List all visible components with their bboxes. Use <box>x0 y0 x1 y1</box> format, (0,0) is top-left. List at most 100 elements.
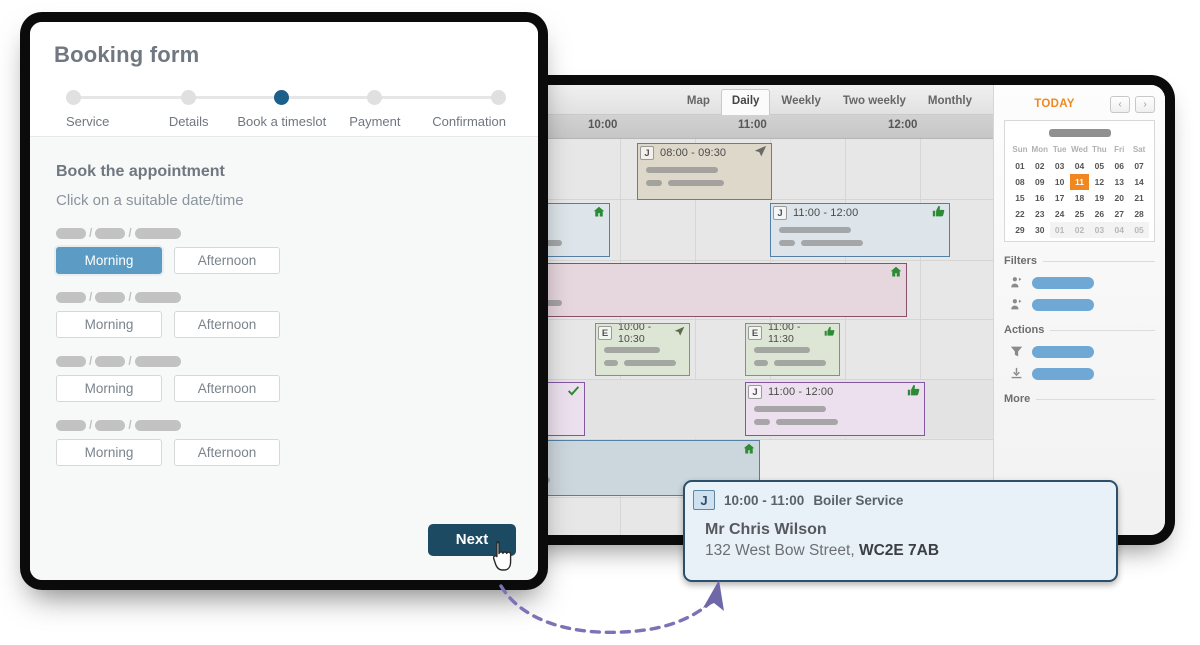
morning-slot-button[interactable]: Morning <box>56 247 162 274</box>
mini-calendar-day[interactable]: 02 <box>1069 222 1090 238</box>
mini-calendar-day[interactable]: 13 <box>1109 174 1129 190</box>
appointment-card[interactable]: E 11:00 - 11:30 <box>745 323 840 376</box>
mini-calendar-day[interactable]: 02 <box>1030 158 1050 174</box>
filter-row[interactable] <box>1004 298 1155 311</box>
mini-calendar-day[interactable]: 05 <box>1129 222 1149 238</box>
calendar-grid[interactable]: J 08:00 - 09:30 30 - 10:30 <box>485 139 993 535</box>
tab-monthly[interactable]: Monthly <box>917 89 983 115</box>
navigation-arrow-icon <box>674 326 685 339</box>
mini-calendar-day[interactable]: 19 <box>1089 190 1109 206</box>
section-heading: Book the appointment <box>56 163 225 180</box>
tooltip-customer-name: Mr Chris Wilson <box>705 521 827 538</box>
step-dot <box>491 90 506 105</box>
mini-calendar-day[interactable]: 07 <box>1129 158 1149 174</box>
mini-calendar-day[interactable]: 08 <box>1010 174 1030 190</box>
action-row[interactable] <box>1004 367 1155 380</box>
appointment-badge: J <box>748 384 762 399</box>
mini-calendar-day[interactable]: 21 <box>1129 190 1149 206</box>
appointment-card[interactable]: 30 - 11:45 <box>485 263 907 317</box>
mini-calendar[interactable]: Sun Mon Tue Wed Thu Fri Sat 01 02 03 04 05 06 07 08 09 1… <box>1004 120 1155 242</box>
afternoon-slot-button[interactable]: Afternoon <box>174 439 280 466</box>
tab-map[interactable]: Map <box>676 89 721 115</box>
mini-calendar-day[interactable]: 18 <box>1070 190 1090 206</box>
step-label: Payment <box>349 114 401 129</box>
time-tick-1000: 10:00 <box>588 119 618 131</box>
mini-calendar-day[interactable]: 12 <box>1089 174 1109 190</box>
mini-calendar-day[interactable]: 14 <box>1129 174 1149 190</box>
appointment-card[interactable]: J 11:00 - 12:00 <box>770 203 950 257</box>
step-service[interactable]: Service <box>66 90 142 129</box>
timeslot-group: / / Morning Afternoon <box>56 290 512 338</box>
afternoon-slot-button[interactable]: Afternoon <box>174 247 280 274</box>
mini-calendar-day[interactable]: 24 <box>1050 206 1070 222</box>
booking-form-panel: Booking form Service Details Book a time… <box>30 22 538 580</box>
mini-calendar-day[interactable]: 15 <box>1010 190 1030 206</box>
mini-calendar-day[interactable]: 03 <box>1050 158 1070 174</box>
mini-calendar-day[interactable]: 28 <box>1129 206 1149 222</box>
mini-calendar-day[interactable]: 04 <box>1070 158 1090 174</box>
morning-slot-button[interactable]: Morning <box>56 439 162 466</box>
afternoon-slot-button[interactable]: Afternoon <box>174 311 280 338</box>
mini-calendar-day[interactable]: 17 <box>1050 190 1070 206</box>
mini-calendar-day[interactable]: 01 <box>1010 158 1030 174</box>
mini-calendar-day[interactable]: 16 <box>1030 190 1050 206</box>
mini-calendar-day[interactable]: 04 <box>1109 222 1130 238</box>
mini-calendar-day[interactable]: 30 <box>1030 222 1050 238</box>
date-part-placeholder <box>56 419 86 431</box>
filter-row[interactable] <box>1004 276 1155 289</box>
tab-weekly[interactable]: Weekly <box>770 89 831 115</box>
tooltip-address: 132 West Bow Street, WC2E 7AB <box>705 542 1106 560</box>
date-placeholder: / / <box>56 226 512 240</box>
more-title[interactable]: More <box>1004 393 1030 405</box>
morning-slot-button[interactable]: Morning <box>56 311 162 338</box>
appointment-badge: E <box>598 325 612 340</box>
step-label: Service <box>66 114 110 129</box>
date-part-placeholder <box>134 355 181 367</box>
mini-calendar-day[interactable]: 01 <box>1049 222 1070 238</box>
step-confirmation[interactable]: Confirmation <box>421 90 506 129</box>
mini-calendar-day[interactable]: 27 <box>1109 206 1129 222</box>
date-separator: / <box>128 354 132 368</box>
morning-slot-button[interactable]: Morning <box>56 375 162 402</box>
mini-calendar-day[interactable]: 23 <box>1030 206 1050 222</box>
time-tick-1100: 11:00 <box>738 119 767 131</box>
action-row[interactable] <box>1004 345 1155 358</box>
mini-calendar-day[interactable]: 29 <box>1010 222 1030 238</box>
mini-calendar-day[interactable]: 25 <box>1070 206 1090 222</box>
date-placeholder: / / <box>56 418 512 432</box>
navigation-arrow-icon <box>754 145 767 160</box>
filters-section: Filters <box>1004 255 1155 311</box>
afternoon-slot-button[interactable]: Afternoon <box>174 375 280 402</box>
date-separator: / <box>128 226 132 240</box>
date-part-placeholder <box>95 227 126 239</box>
booking-form-body: Book the appointment Click on a suitable… <box>30 136 538 580</box>
mini-calendar-day[interactable]: 20 <box>1109 190 1129 206</box>
appointment-card[interactable]: E 10:00 - 10:30 <box>595 323 690 376</box>
mini-calendar-day[interactable]: 10 <box>1050 174 1070 190</box>
mini-calendar-day[interactable]: 09 <box>1030 174 1050 190</box>
step-payment[interactable]: Payment <box>328 90 421 129</box>
tab-two-weekly[interactable]: Two weekly <box>832 89 917 115</box>
today-label[interactable]: TODAY <box>1004 98 1105 110</box>
appointment-card[interactable]: J 11:00 - 12:00 <box>745 382 925 436</box>
mini-calendar-dayname: Sun <box>1012 145 1028 154</box>
date-separator: / <box>128 290 132 304</box>
tab-daily[interactable]: Daily <box>720 88 771 115</box>
mini-calendar-day[interactable]: 05 <box>1089 158 1109 174</box>
thumbs-up-icon <box>932 205 945 220</box>
next-button[interactable]: Next <box>428 524 516 556</box>
next-month-button[interactable]: › <box>1135 95 1155 113</box>
mini-calendar-day-selected[interactable]: 11 <box>1069 174 1090 190</box>
mini-calendar-day[interactable]: 06 <box>1109 158 1129 174</box>
mini-calendar-day[interactable]: 26 <box>1089 206 1109 222</box>
prev-month-button[interactable]: ‹ <box>1110 95 1130 113</box>
appointment-card[interactable]: J 08:00 - 09:30 <box>637 143 772 200</box>
step-details[interactable]: Details <box>142 90 235 129</box>
appointment-time: 08:00 - 09:30 <box>660 146 727 159</box>
step-book-a-timeslot[interactable]: Book a timeslot <box>235 90 328 129</box>
mini-calendar-day[interactable]: 22 <box>1010 206 1030 222</box>
mini-calendar-day[interactable]: 03 <box>1089 222 1110 238</box>
mini-calendar-grid[interactable]: Sun Mon Tue Wed Thu Fri Sat 01 02 03 04 05 06 07 08 09 1… <box>1010 142 1149 238</box>
tooltip-address-street: 132 West Bow Street, <box>705 542 859 559</box>
date-part-placeholder <box>95 419 126 431</box>
